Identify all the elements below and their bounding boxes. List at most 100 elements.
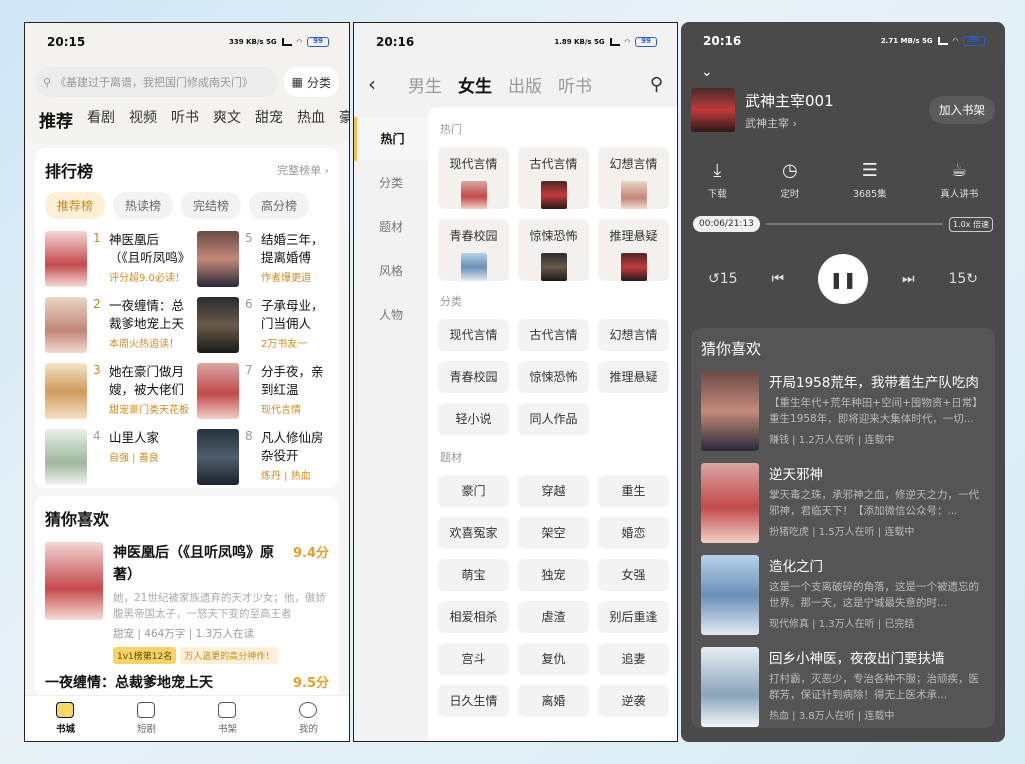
hot-cell[interactable]: 古代言情 bbox=[518, 147, 589, 209]
sidebar-item-category[interactable]: 分类 bbox=[354, 161, 428, 205]
theme-tag[interactable]: 重生 bbox=[598, 475, 669, 507]
tab-video[interactable]: 视频 bbox=[129, 107, 157, 132]
category-tag[interactable]: 幻想言情 bbox=[598, 319, 669, 351]
playback-controls: ↺15 ⏮ ❚❚ ⏭ 15↻ bbox=[681, 254, 1005, 304]
theme-tag[interactable]: 追妻 bbox=[598, 643, 669, 675]
list-item[interactable]: 造化之门 这是一个支离破碎的角落，这是一个被遗忘的世界。那一天，这是宁城最失意的时… bbox=[701, 555, 985, 635]
tab-sweet[interactable]: 甜宠 bbox=[255, 107, 283, 132]
list-item[interactable]: 回乡小神医，夜夜出门要扶墙 打村霸，灭恶少，专治各种不服；治顽疾，医群芳，保证针到… bbox=[701, 647, 985, 727]
list-item[interactable]: 6 子承母业，门当佣人 2万书友一 bbox=[197, 297, 329, 353]
tab-audio[interactable]: 听书 bbox=[558, 72, 592, 97]
sidebar-item-style[interactable]: 风格 bbox=[354, 249, 428, 293]
hot-cell[interactable]: 青春校园 bbox=[438, 219, 509, 281]
tab-recommend[interactable]: 推荐 bbox=[39, 107, 73, 132]
sidebar-item-character[interactable]: 人物 bbox=[354, 293, 428, 337]
tab-drama[interactable]: 看剧 bbox=[87, 107, 115, 132]
tab-finished-rank[interactable]: 完结榜 bbox=[181, 192, 242, 219]
previous-icon[interactable]: ⏮ bbox=[771, 271, 784, 287]
category-tag[interactable]: 古代言情 bbox=[518, 319, 589, 351]
nav-shelf[interactable]: 书架 bbox=[218, 702, 237, 735]
theme-tag[interactable]: 宫斗 bbox=[438, 643, 509, 675]
theme-tag[interactable]: 日久生情 bbox=[438, 685, 509, 717]
nav-drama[interactable]: 短剧 bbox=[137, 702, 156, 735]
category-tag[interactable]: 推理悬疑 bbox=[598, 361, 669, 393]
rewind-15-icon[interactable]: ↺15 bbox=[708, 271, 738, 287]
list-item[interactable]: 4 山里人家 自强 | 善良 bbox=[45, 429, 189, 485]
category-tag[interactable]: 轻小说 bbox=[438, 403, 509, 435]
category-tag[interactable]: 同人作品 bbox=[518, 403, 589, 435]
theme-tag[interactable]: 离婚 bbox=[518, 685, 589, 717]
category-tag[interactable]: 惊悚恐怖 bbox=[518, 361, 589, 393]
episodes-button[interactable]: ☰ 3685集 bbox=[853, 160, 887, 200]
progress-track[interactable] bbox=[765, 223, 943, 225]
theme-tag[interactable]: 虐渣 bbox=[518, 601, 589, 633]
theme-tag[interactable]: 婚恋 bbox=[598, 517, 669, 549]
category-button[interactable]: ▦ 分类 bbox=[283, 67, 339, 97]
tab-cool[interactable]: 爽文 bbox=[213, 107, 241, 132]
theme-tag[interactable]: 女强 bbox=[598, 559, 669, 591]
tab-hot-rank[interactable]: 热读榜 bbox=[113, 192, 174, 219]
speed-button[interactable]: 1.0x 倍速 bbox=[948, 216, 993, 232]
collapse-chevron-icon[interactable]: ⌄ bbox=[681, 60, 1005, 84]
add-to-shelf-button[interactable]: 加入书架 bbox=[929, 96, 995, 124]
list-item[interactable]: 神医凰后（《且听凤鸣》原著） 9.4分 她，21世纪被家族遗弃的天才少女；他，傲… bbox=[45, 542, 329, 664]
theme-tag[interactable]: 架空 bbox=[518, 517, 589, 549]
status-time: 20:16 bbox=[703, 34, 742, 48]
tab-hot[interactable]: 热血 bbox=[297, 107, 325, 132]
list-item[interactable]: 8 凡人修仙房杂役开 炼丹 | 热血 bbox=[197, 429, 329, 485]
timer-button[interactable]: ◷ 定时 bbox=[780, 160, 799, 200]
category-content: 热门 现代言情 古代言情 幻想言情 青春校园 惊悚恐怖 推理悬疑 分类 现代言情… bbox=[428, 107, 677, 741]
wifi-icon: ◠ bbox=[952, 37, 958, 45]
progress-bar[interactable]: 00:06/21:13 1.0x 倍速 bbox=[681, 216, 1005, 232]
hot-cell[interactable]: 现代言情 bbox=[438, 147, 509, 209]
search-input[interactable]: ⚲ 《基建过于离谱，我把国门修成南天门》 bbox=[35, 67, 278, 97]
list-item[interactable]: 2 一夜缠情：总裁爹地宠上天 本周火热追读！ bbox=[45, 297, 189, 353]
pause-button[interactable]: ❚❚ bbox=[818, 254, 868, 304]
theme-tag[interactable]: 复仇 bbox=[518, 643, 589, 675]
ranking-list: 1 神医凰后（《且听凤鸣》原著） 评分超9.0必读！ 5 结婚三年，提离婚傅作者爆… bbox=[45, 231, 329, 485]
forward-15-icon[interactable]: 15↻ bbox=[948, 271, 978, 287]
next-icon[interactable]: ⏭ bbox=[902, 271, 915, 287]
tab-score-rank[interactable]: 高分榜 bbox=[249, 192, 310, 219]
theme-tag[interactable]: 独宠 bbox=[518, 559, 589, 591]
theme-tag[interactable]: 欢喜冤家 bbox=[438, 517, 509, 549]
theme-tag[interactable]: 豪门 bbox=[438, 475, 509, 507]
book-title: 结婚三年，提离婚傅 bbox=[261, 232, 324, 265]
book-title: 开局1958荒年，我带着生产队吃肉 bbox=[769, 375, 979, 391]
sidebar-item-theme[interactable]: 题材 bbox=[354, 205, 428, 249]
sidebar-item-hot[interactable]: 热门 bbox=[354, 117, 428, 161]
list-item[interactable]: 5 结婚三年，提离婚傅 作者爆更追 bbox=[197, 231, 329, 287]
hot-cell[interactable]: 幻想言情 bbox=[598, 147, 669, 209]
hot-cell[interactable]: 惊悚恐怖 bbox=[518, 219, 589, 281]
list-item[interactable]: 7 分手夜，亲到红温 现代言情 bbox=[197, 363, 329, 419]
theme-tag[interactable]: 相爱相杀 bbox=[438, 601, 509, 633]
hot-cell[interactable]: 推理悬疑 bbox=[598, 219, 669, 281]
book-title[interactable]: 一夜缠情：总裁爹地宠上天 bbox=[45, 672, 213, 694]
category-tag[interactable]: 青春校园 bbox=[438, 361, 509, 393]
category-tag[interactable]: 现代言情 bbox=[438, 319, 509, 351]
tab-audio[interactable]: 听书 bbox=[171, 107, 199, 132]
search-icon[interactable]: ⚲ bbox=[650, 74, 663, 95]
tab-recommend-rank[interactable]: 推荐榜 bbox=[45, 192, 106, 219]
theme-tag[interactable]: 萌宝 bbox=[438, 559, 509, 591]
tab-publish[interactable]: 出版 bbox=[508, 72, 542, 97]
theme-tag[interactable]: 穿越 bbox=[518, 475, 589, 507]
nav-me[interactable]: 我的 bbox=[299, 702, 318, 735]
list-item[interactable]: 3 她在豪门做月嫂，被大佬们抢疯！ 甜宠豪门类天花板 bbox=[45, 363, 189, 419]
theme-tag[interactable]: 别后重逢 bbox=[598, 601, 669, 633]
tab-rich[interactable]: 豪门 bbox=[339, 107, 349, 132]
list-item[interactable]: 逆天邪神 掌天毒之珠，承邪神之血，修逆天之力，一代邪神，君临天下！【添加微信公众号… bbox=[701, 463, 985, 543]
book-link[interactable]: 武神主宰 › bbox=[745, 115, 834, 131]
bookstore-screen: 20:15 339 KB/s 5G ◠ 99 ⚲ 《基建过于离谱，我把国门修成南… bbox=[24, 22, 350, 742]
back-icon[interactable]: ‹ bbox=[368, 72, 408, 96]
list-item[interactable]: 1 神医凰后（《且听凤鸣》原著） 评分超9.0必读！ bbox=[45, 231, 189, 287]
download-button[interactable]: ⤓ 下载 bbox=[708, 160, 727, 200]
nav-bookstore[interactable]: 书城 bbox=[56, 702, 75, 735]
category-grid: 现代言情 古代言情 幻想言情 青春校园 惊悚恐怖 推理悬疑 轻小说 同人作品 bbox=[438, 319, 669, 435]
full-ranking-link[interactable]: 完整榜单 › bbox=[277, 162, 329, 178]
tab-male[interactable]: 男生 bbox=[408, 72, 442, 97]
list-item[interactable]: 开局1958荒年，我带着生产队吃肉 【重生年代+荒年种田+空间+囤物资+日常】重生… bbox=[701, 371, 985, 451]
tab-female[interactable]: 女生 bbox=[458, 72, 492, 97]
narration-button[interactable]: ☕ 真人讲书 bbox=[940, 160, 978, 200]
theme-tag[interactable]: 逆袭 bbox=[598, 685, 669, 717]
